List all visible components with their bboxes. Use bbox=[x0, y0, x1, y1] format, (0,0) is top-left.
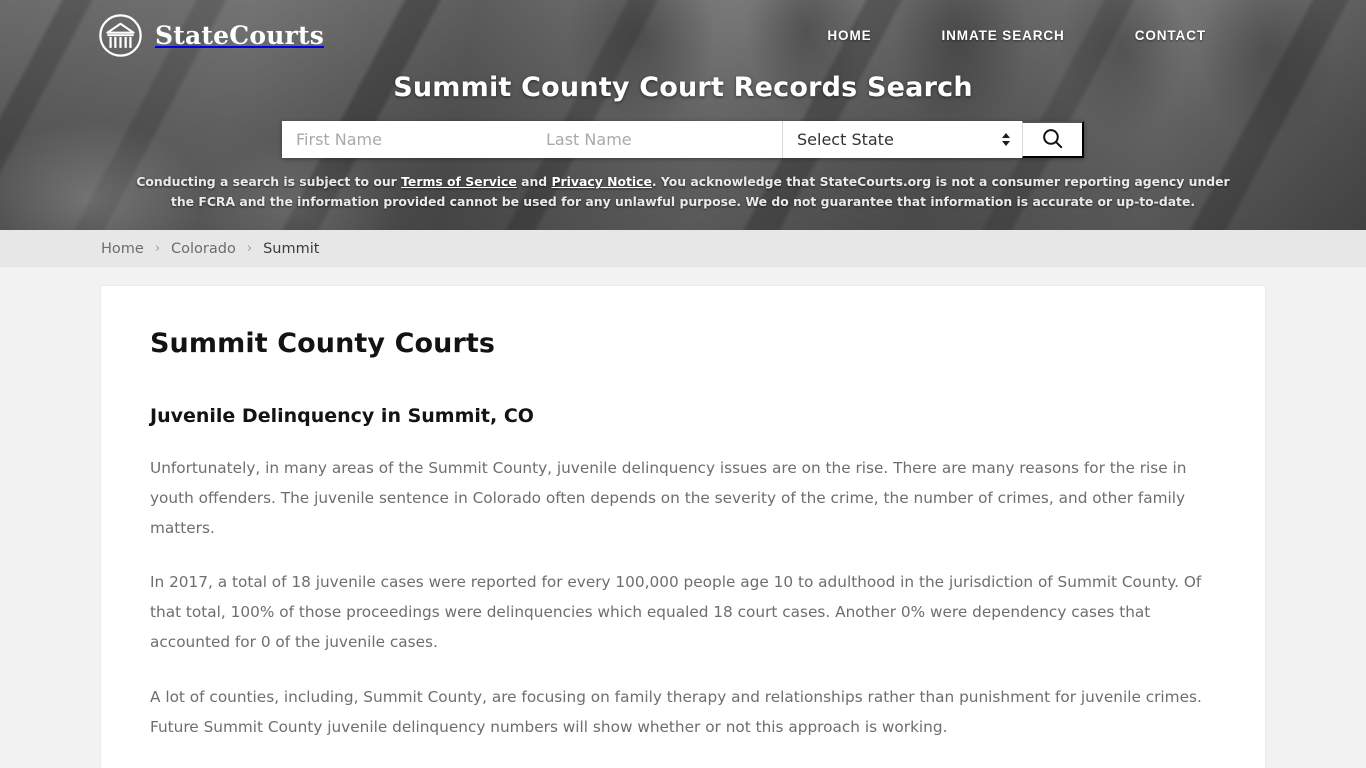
courthouse-circle-icon bbox=[98, 13, 143, 58]
brand-logo-link[interactable]: StateCourts bbox=[98, 13, 324, 58]
content-card: Summit County Courts Juvenile Delinquenc… bbox=[100, 285, 1266, 768]
disclaimer-part-2: and bbox=[516, 174, 552, 189]
page-title: Summit County Courts bbox=[150, 328, 496, 359]
state-select[interactable]: Select State bbox=[782, 121, 1022, 158]
up-down-arrows-icon bbox=[1002, 133, 1010, 146]
breadcrumb-item-summit: Summit bbox=[263, 240, 320, 257]
search-disclaimer: Conducting a search is subject to our Te… bbox=[133, 172, 1233, 212]
nav-link-contact[interactable]: CONTACT bbox=[1135, 28, 1206, 43]
paragraph-3: A lot of counties, including, Summit Cou… bbox=[150, 687, 1202, 736]
hero-title: Summit County Court Records Search bbox=[393, 72, 973, 103]
terms-of-service-link[interactable]: Terms of Service bbox=[401, 174, 517, 189]
paragraph-2: In 2017, a total of 18 juvenile cases we… bbox=[150, 573, 1202, 652]
section-title: Juvenile Delinquency in Summit, CO bbox=[150, 405, 534, 427]
breadcrumb-item-colorado[interactable]: Colorado bbox=[171, 241, 236, 257]
top-navigation-bar: StateCourts HOME INMATE SEARCH CONTACT bbox=[0, 0, 1366, 60]
privacy-notice-link[interactable]: Privacy Notice bbox=[551, 174, 651, 189]
nav-link-home[interactable]: HOME bbox=[827, 28, 871, 43]
first-name-input[interactable] bbox=[282, 121, 532, 158]
breadcrumb-bar: Home › Colorado › Summit bbox=[0, 230, 1366, 267]
hero-banner: StateCourts HOME INMATE SEARCH CONTACT S… bbox=[0, 0, 1366, 230]
chevron-right-icon: › bbox=[246, 241, 253, 256]
paragraph-1: Unfortunately, in many areas of the Summ… bbox=[150, 459, 1187, 537]
disclaimer-part-1: Conducting a search is subject to our bbox=[136, 174, 402, 189]
breadcrumb-item-home[interactable]: Home bbox=[101, 241, 144, 257]
nav-link-inmate-search[interactable]: INMATE SEARCH bbox=[942, 28, 1065, 43]
last-name-input[interactable] bbox=[532, 121, 782, 158]
search-button[interactable] bbox=[1022, 121, 1084, 158]
brand-name: StateCourts bbox=[155, 20, 324, 50]
page-body: Summit County Courts Juvenile Delinquenc… bbox=[0, 267, 1366, 768]
records-search-form: Select State bbox=[282, 121, 1084, 158]
chevron-right-icon: › bbox=[154, 241, 161, 256]
state-select-value: Select State bbox=[797, 130, 894, 149]
main-nav: HOME INMATE SEARCH CONTACT bbox=[827, 28, 1206, 43]
magnifier-icon bbox=[1041, 127, 1064, 153]
breadcrumb: Home › Colorado › Summit bbox=[101, 241, 319, 257]
